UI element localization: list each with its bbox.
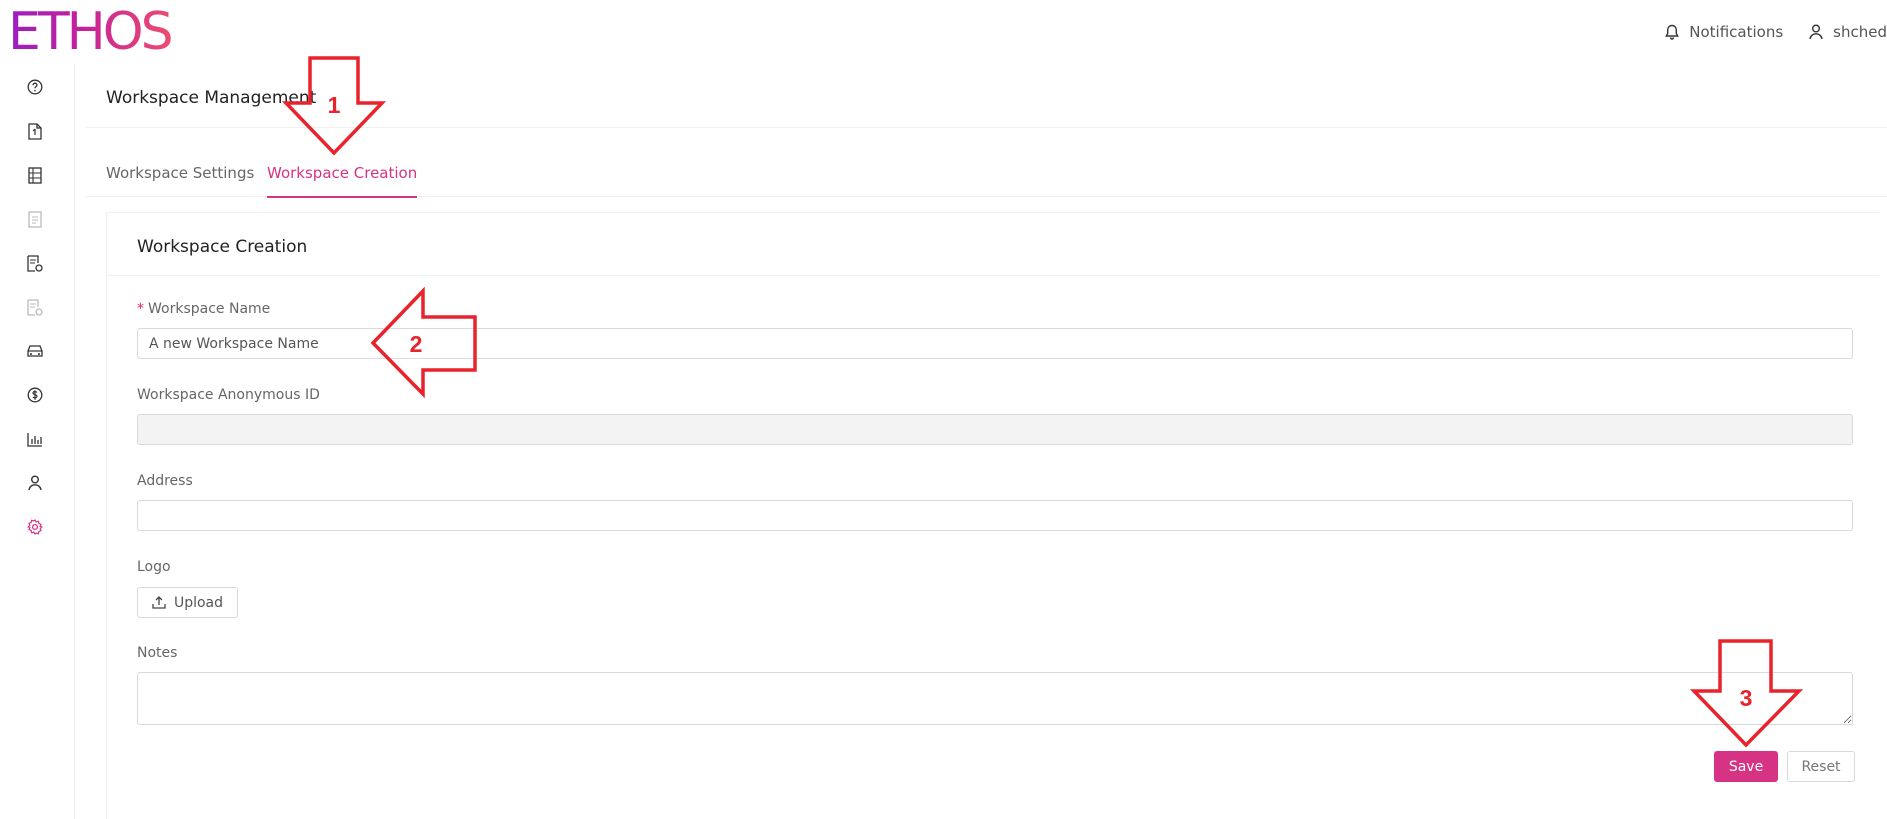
required-mark: * (137, 301, 144, 317)
ethos-logo[interactable]: ETHOS (8, 4, 174, 60)
notes-label: Notes (137, 645, 178, 661)
bell-icon (1665, 24, 1680, 40)
car-icon[interactable] (25, 341, 45, 361)
user-menu[interactable]: shched (1809, 23, 1887, 41)
upload-label: Upload (173, 594, 224, 611)
document-settings-icon[interactable] (25, 253, 45, 273)
workspace-name-input[interactable] (137, 328, 1853, 359)
document-icon[interactable] (25, 121, 45, 141)
upload-button[interactable]: Upload (137, 587, 238, 618)
workspace-name-label-text: Workspace Name (148, 301, 271, 317)
workspace-name-label: * Workspace Name (137, 301, 270, 317)
reset-button[interactable]: Reset (1787, 751, 1855, 782)
dollar-icon[interactable] (25, 385, 45, 405)
anon-id-label: Workspace Anonymous ID (137, 387, 320, 403)
report-icon[interactable] (25, 297, 45, 317)
page-title: Workspace Management (106, 88, 317, 108)
bar-chart-icon[interactable] (25, 429, 45, 449)
address-label: Address (137, 473, 193, 489)
user-name: shched (1833, 23, 1887, 41)
sidebar (0, 64, 75, 819)
page-header: Workspace Management (86, 64, 1887, 128)
card-title: Workspace Creation (137, 237, 308, 257)
upload-icon (152, 596, 166, 609)
help-icon[interactable] (25, 77, 45, 97)
logo-label: Logo (137, 559, 171, 575)
card-header: Workspace Creation (107, 213, 1879, 276)
topbar-actions: Notifications shched (1665, 0, 1887, 64)
ledger-icon[interactable] (25, 165, 45, 185)
address-input[interactable] (137, 500, 1853, 531)
receipt-icon[interactable] (25, 209, 45, 229)
tab-bar: Workspace Settings Workspace Creation (86, 160, 1887, 198)
anon-id-input (137, 414, 1853, 445)
gear-icon[interactable] (25, 517, 45, 537)
user-icon (1809, 24, 1823, 40)
user-icon[interactable] (25, 473, 45, 493)
notes-textarea[interactable] (137, 672, 1853, 725)
notifications-button[interactable]: Notifications (1665, 23, 1783, 41)
tab-workspace-creation[interactable]: Workspace Creation (267, 164, 418, 198)
save-button[interactable]: Save (1714, 751, 1778, 782)
notifications-label: Notifications (1689, 23, 1784, 41)
tab-workspace-settings[interactable]: Workspace Settings (106, 164, 254, 196)
